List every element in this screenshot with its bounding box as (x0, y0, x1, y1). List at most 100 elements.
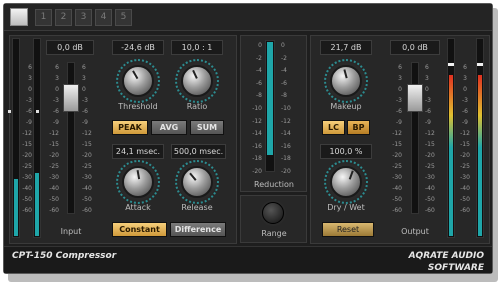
release-knob-pointer (189, 172, 197, 181)
scale-tick: -25 (425, 163, 435, 170)
scale-tick: -8 (256, 92, 262, 100)
preset-main-button[interactable] (10, 8, 28, 26)
attack-display: 24,1 msec. (112, 144, 164, 159)
range-knob[interactable] (262, 202, 284, 224)
scale-tick: -30 (49, 174, 59, 181)
preset-tab-4[interactable]: 4 (95, 9, 112, 26)
scale-tick: -9 (82, 119, 88, 126)
scale-tick: 6 (425, 64, 429, 71)
attack-knob[interactable] (122, 166, 154, 198)
scale-tick: 6 (82, 64, 86, 71)
scale-tick: -50 (22, 196, 32, 203)
scale-tick: -30 (425, 174, 435, 181)
makeup-knob-pointer (343, 69, 348, 79)
scale-tick: -6 (425, 108, 431, 115)
ratio-knob[interactable] (181, 65, 213, 97)
preset-tab-1[interactable]: 1 (35, 9, 52, 26)
ratio-display: 10,0 : 1 (171, 40, 223, 55)
scale-tick: 0 (281, 42, 285, 49)
scale-tick: -25 (392, 163, 402, 170)
scale-tick: -3 (26, 97, 32, 104)
bp-button[interactable]: BP (347, 120, 370, 135)
preset-tab-2[interactable]: 2 (55, 9, 72, 26)
input-meter-peak-marker-right (36, 110, 39, 113)
scale-tick: 3 (28, 75, 32, 82)
scale-tick: -4 (256, 67, 262, 75)
input-fader-handle[interactable] (63, 84, 79, 112)
scale-tick: -12 (425, 130, 435, 137)
release-knob[interactable] (181, 166, 213, 198)
reduction-meter (265, 40, 275, 172)
scale-tick: -30 (22, 174, 32, 181)
release-label: Release (181, 203, 213, 212)
scale-tick: -50 (49, 196, 59, 203)
output-meter-peak-right (477, 63, 483, 66)
drywet-display: 100,0 % (320, 144, 372, 159)
scale-tick: 0 (258, 42, 262, 49)
scale-tick: -6 (462, 108, 468, 115)
reduction-scale-right: 0 -2 -4 -6 -8 -10 -12 -14 -16 -18 -20 (281, 40, 295, 179)
scale-tick: -25 (82, 163, 92, 170)
scale-tick: 3 (463, 75, 467, 82)
scale-tick: -3 (82, 97, 88, 104)
scale-tick: -12 (49, 130, 59, 137)
input-meter-left-fill (14, 179, 18, 236)
scale-tick: -12 (22, 130, 32, 137)
threshold-knob[interactable] (122, 65, 154, 97)
scale-tick: -6 (53, 108, 59, 115)
difference-button[interactable]: Difference (170, 222, 226, 237)
input-label: Input (60, 227, 82, 236)
scale-tick: -2 (281, 54, 287, 62)
scale-tick: -60 (392, 207, 402, 214)
lc-button[interactable]: LC (322, 120, 345, 135)
scale-tick: -60 (82, 207, 92, 214)
preset-tab-5[interactable]: 5 (115, 9, 132, 26)
drywet-label: Dry / Wet (327, 203, 365, 212)
scale-tick: 3 (82, 75, 86, 82)
drywet-knob[interactable] (330, 166, 362, 198)
input-meter-peak-marker (8, 110, 11, 113)
scale-tick: 3 (55, 75, 59, 82)
scale-tick: -12 (392, 130, 402, 137)
output-fader-handle[interactable] (407, 84, 423, 112)
scale-tick: -60 (22, 207, 32, 214)
threshold-knob-pointer (132, 70, 139, 80)
scale-tick: 6 (28, 64, 32, 71)
threshold-label: Threshold (118, 102, 158, 111)
reset-button[interactable]: Reset (322, 222, 374, 237)
constant-button[interactable]: Constant (112, 222, 167, 237)
threshold-display: -24,6 dB (112, 40, 164, 55)
scale-tick: -40 (82, 185, 92, 192)
scale-tick: -9 (26, 119, 32, 126)
drywet-knob-pointer (348, 170, 354, 180)
makeup-label: Makeup (330, 102, 362, 111)
scale-tick: -6 (26, 108, 32, 115)
scale-tick: -15 (22, 141, 32, 148)
scale-tick: -30 (82, 174, 92, 181)
makeup-knob[interactable] (330, 65, 362, 97)
peak-button[interactable]: PEAK (112, 120, 148, 135)
scale-tick: -50 (82, 196, 92, 203)
preset-tab-3[interactable]: 3 (75, 9, 92, 26)
reduction-label: Reduction (254, 180, 294, 189)
makeup-display: 21,7 dB (320, 40, 372, 55)
input-gain-display: 0,0 dB (46, 40, 94, 55)
scale-tick: -6 (82, 108, 88, 115)
range-label: Range (261, 229, 287, 238)
scale-tick: -9 (53, 119, 59, 126)
scale-tick: -50 (425, 196, 435, 203)
output-fader-scale-left: 6 3 0 -3 -6 -9 -12 -15 -20 -25 -30 -40 -50 -60 (388, 62, 402, 216)
scale-tick: 0 (82, 86, 86, 93)
scale-tick: 6 (463, 64, 467, 71)
scale-tick: 3 (398, 75, 402, 82)
scale-tick: -30 (392, 174, 402, 181)
avg-button[interactable]: AVG (151, 120, 187, 135)
scale-tick: -6 (396, 108, 402, 115)
scale-tick: -3 (53, 97, 59, 104)
output-label: Output (401, 227, 429, 236)
attack-knob-pointer (136, 170, 141, 180)
scale-tick: -14 (252, 130, 262, 138)
sum-button[interactable]: SUM (190, 120, 224, 135)
scale-tick: -20 (49, 152, 59, 159)
scale-tick: -12 (281, 117, 291, 125)
